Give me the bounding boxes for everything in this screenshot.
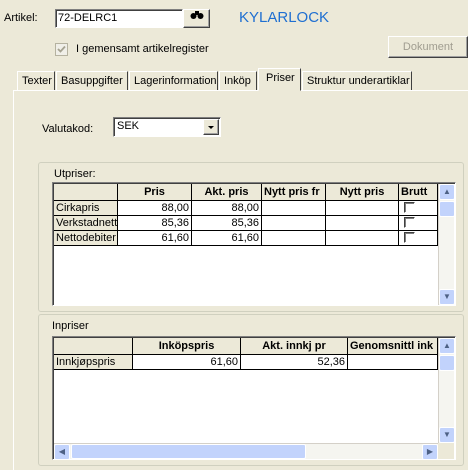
currency-label: Valutakod: (42, 123, 94, 135)
tab-texter[interactable]: Texter (17, 71, 55, 90)
inpriser-title: Inpriser (52, 320, 89, 332)
scroll-down-button[interactable]: ▼ (439, 427, 455, 443)
cell-inkopspris[interactable]: 61,60 (133, 355, 241, 370)
artikel-input[interactable]: 72-DELRC1 (55, 9, 183, 28)
tab-lagerinformation-label: Lagerinformation (134, 75, 217, 87)
artikel-label: Artikel: (4, 12, 38, 24)
tab-priser-label: Priser (266, 72, 295, 84)
brutto-checkbox[interactable] (404, 202, 415, 213)
inpriser-hscrollbar[interactable]: ◀ ▶ (54, 443, 438, 459)
row-header-innkjopspris[interactable]: Innkjøpspris (54, 355, 133, 370)
scroll-right-button[interactable]: ▶ (422, 444, 438, 459)
cell-nytt-pris-fr[interactable] (262, 216, 326, 231)
col-header-brutto[interactable]: Brutt (399, 184, 438, 201)
scroll-thumb[interactable] (439, 201, 455, 217)
scroll-corner (438, 443, 454, 459)
cell-nytt-pris[interactable] (326, 201, 399, 216)
col-header-pris[interactable]: Pris (118, 184, 192, 201)
currency-dropdown-button[interactable] (203, 119, 219, 135)
cell-nytt-pris[interactable] (326, 216, 399, 231)
dokument-button[interactable]: Dokument (388, 36, 468, 58)
cell-brutto (399, 231, 438, 246)
cell-pris[interactable]: 61,60 (118, 231, 192, 246)
cell-akt-pris[interactable]: 61,60 (192, 231, 262, 246)
row-header-cirkapris[interactable]: Cirkapris (54, 201, 118, 216)
scroll-up-button[interactable]: ▲ (439, 184, 455, 200)
inpriser-corner-cell (54, 338, 133, 355)
cell-brutto (399, 201, 438, 216)
utpriser-corner-cell (54, 184, 118, 201)
utpriser-grid: Pris Akt. pris Nytt pris fr Nytt pris Br… (52, 182, 456, 306)
cell-pris[interactable]: 85,36 (118, 216, 192, 231)
inpriser-vscrollbar[interactable]: ▲ ▼ (438, 338, 455, 443)
dokument-button-label: Dokument (402, 41, 454, 53)
article-name: KYLARLOCK (239, 9, 330, 26)
chevron-down-icon: ▼ (443, 292, 451, 301)
artikel-value: 72-DELRC1 (58, 12, 118, 24)
chevron-right-icon: ▶ (426, 447, 434, 456)
scroll-left-button[interactable]: ◀ (54, 444, 70, 459)
tab-struktur-underartiklar[interactable]: Struktur underartiklar (302, 71, 412, 90)
col-header-genomsnittl[interactable]: Genomsnittl ink (348, 338, 438, 355)
col-header-inkopspris[interactable]: Inköpspris (133, 338, 241, 355)
currency-value: SEK (117, 120, 140, 132)
brutto-checkbox[interactable] (404, 232, 415, 243)
scroll-down-button[interactable]: ▼ (439, 289, 455, 305)
shared-register-label: I gemensamt artikelregister (76, 43, 209, 55)
chevron-left-icon: ◀ (58, 447, 66, 456)
checkmark-icon (57, 45, 66, 53)
tab-inkop-label: Inköp (224, 75, 251, 87)
tab-basuppgifter-label: Basuppgifter (61, 75, 123, 87)
tab-texter-label: Texter (22, 75, 52, 87)
tab-lagerinformation[interactable]: Lagerinformation (129, 71, 218, 90)
binoculars-icon (190, 11, 204, 23)
cell-nytt-pris-fr[interactable] (262, 231, 326, 246)
col-header-akt-innkj-pr[interactable]: Akt. innkj pr (241, 338, 348, 355)
row-header-verkstadnett[interactable]: Verkstadnett (54, 216, 118, 231)
hscroll-thumb[interactable] (71, 444, 306, 459)
chevron-down-icon (208, 126, 214, 129)
utpriser-vscrollbar[interactable]: ▲ ▼ (438, 184, 455, 305)
col-header-akt-pris[interactable]: Akt. pris (192, 184, 262, 201)
col-header-nytt-pris-fr[interactable]: Nytt pris fr (262, 184, 326, 201)
tab-basuppgifter[interactable]: Basuppgifter (56, 71, 128, 90)
chevron-up-icon: ▲ (443, 187, 451, 196)
cell-nytt-pris[interactable] (326, 231, 399, 246)
col-header-nytt-pris[interactable]: Nytt pris (326, 184, 399, 201)
cell-genomsnittl[interactable] (348, 355, 438, 370)
cell-akt-pris[interactable]: 85,36 (192, 216, 262, 231)
utpriser-title: Utpriser: (54, 168, 96, 180)
brutto-checkbox[interactable] (404, 217, 415, 228)
cell-akt-pris[interactable]: 88,00 (192, 201, 262, 216)
chevron-up-icon: ▲ (443, 341, 451, 350)
tab-inkop[interactable]: Inköp (219, 71, 257, 90)
chevron-down-icon: ▼ (443, 430, 451, 439)
cell-pris[interactable]: 88,00 (118, 201, 192, 216)
shared-register-checkbox[interactable] (55, 43, 68, 56)
cell-brutto (399, 216, 438, 231)
inpriser-grid: Inköpspris Akt. innkj pr Genomsnittl ink… (52, 336, 456, 460)
cell-akt-innkj-pr[interactable]: 52,36 (241, 355, 348, 370)
search-button[interactable] (183, 9, 210, 28)
scroll-up-button[interactable]: ▲ (439, 338, 455, 354)
tab-struktur-underartiklar-label: Struktur underartiklar (307, 75, 410, 87)
scroll-thumb[interactable] (439, 355, 455, 371)
currency-select[interactable]: SEK (113, 117, 221, 137)
tab-priser[interactable]: Priser (258, 68, 301, 91)
row-header-nettodebiter[interactable]: Nettodebiter (54, 231, 118, 246)
cell-nytt-pris-fr[interactable] (262, 201, 326, 216)
